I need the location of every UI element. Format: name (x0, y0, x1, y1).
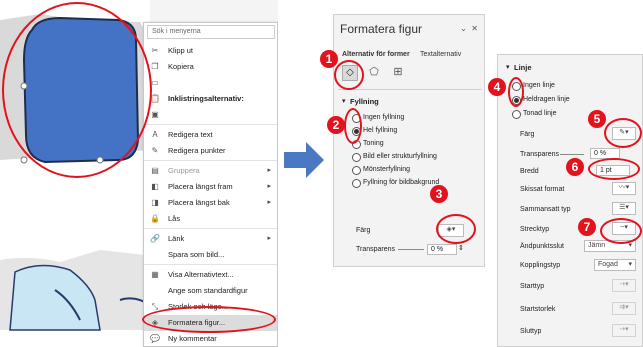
slide-with-context-menu: Sök i menyerna ✂ Klipp ut ❐ Kopiera ▭ 📋 … (0, 0, 278, 347)
radio-pattern-fill[interactable]: Mönsterfyllning (352, 165, 410, 175)
pane-controls[interactable]: ⌄ ✕ (460, 24, 478, 33)
menu-item-send-back[interactable]: ◨ Placera längst bak ▸ (144, 195, 277, 211)
menu-item-lock[interactable]: 🔒 Lås (144, 211, 277, 227)
edit-points-icon: ✎ (151, 146, 159, 155)
fill-color-label: Färg (356, 227, 371, 234)
highlight-oval-line-color (604, 118, 642, 148)
menu-item-alt-text[interactable]: ▦ Visa Alternativtext... (144, 267, 277, 283)
lock-icon: 🔒 (150, 214, 160, 223)
divider (338, 89, 482, 90)
size-properties-icon[interactable]: ⊞ (390, 65, 406, 81)
cap-type-label: Ändpunktsslut (520, 243, 564, 250)
chevron-down-icon: ▾ (628, 261, 632, 268)
callout-badge-1: 1 (320, 50, 338, 68)
highlight-oval-format-shape (142, 306, 276, 333)
callout-badge-5: 5 (588, 110, 606, 128)
line-transparency-label: Transparens (520, 151, 560, 158)
group-icon: ▤ (151, 166, 159, 175)
context-menu: Sök i menyerna ✂ Klipp ut ❐ Kopiera ▭ 📋 … (143, 22, 278, 347)
sketch-style-label: Skissat format (520, 186, 565, 193)
effects-pentagon-icon[interactable]: ⬠ (366, 65, 382, 81)
join-type-dropdown[interactable]: Fogad ▾ (594, 259, 636, 271)
highlight-oval-fill-color (436, 214, 476, 244)
callout-badge-7: 7 (578, 218, 596, 236)
radio-slide-bg-fill[interactable]: Fyllning för bildbakgrund (352, 178, 439, 188)
send-back-icon: ◨ (151, 198, 159, 207)
join-type-label: Kopplingstyp (520, 262, 561, 269)
comment-icon: 💬 (150, 334, 160, 343)
link-icon: 🔗 (150, 234, 160, 243)
end-arrow-type-dropdown[interactable]: ⇢▾ (612, 324, 636, 337)
paste-option-placeholder[interactable]: ▣ (144, 107, 277, 123)
section-line[interactable]: Linje (506, 63, 532, 72)
menu-item-bring-front[interactable]: ◧ Placera längst fram ▸ (144, 179, 277, 195)
transparency-slider[interactable] (398, 249, 424, 250)
chevron-right-icon: ▸ (267, 235, 271, 242)
begin-arrow-size-label: Startstorlek (520, 306, 556, 313)
pane-title: Formatera figur (340, 22, 423, 36)
menu-separator (144, 160, 277, 161)
chevron-right-icon: ▸ (267, 183, 271, 190)
menu-item-edit-points[interactable]: ✎ Redigera punkter (144, 143, 277, 159)
chevron-right-icon: ▸ (267, 199, 271, 206)
compound-type-dropdown[interactable]: ☰▾ (612, 202, 636, 215)
line-color-label: Färg (520, 131, 535, 138)
tab-shape-options[interactable]: Alternativ för former (342, 51, 410, 58)
sketch-style-dropdown[interactable]: 〰▾ (612, 182, 636, 195)
menu-item-save-as-picture[interactable]: Spara som bild... (144, 247, 277, 263)
callout-badge-2: 2 (327, 116, 345, 134)
alt-text-icon: ▦ (151, 270, 159, 279)
spinner-icon[interactable]: ⇕ (458, 244, 464, 252)
dash-type-label: Strecktyp (520, 226, 550, 233)
highlight-oval-line-radio (508, 77, 524, 107)
fill-transparency-input[interactable]: 0 % (427, 244, 457, 255)
edit-text-icon: A (152, 130, 158, 139)
radio-gradient-line[interactable]: Tonad linje (512, 109, 556, 119)
highlight-oval-fill-icon (334, 60, 364, 90)
highlight-oval-line-width (588, 158, 640, 180)
end-arrow-type-label: Sluttyp (520, 328, 542, 335)
right-arrow-icon (284, 142, 324, 178)
scissors-icon: ✂ (151, 46, 159, 55)
line-width-label: Bredd (520, 168, 539, 175)
callout-badge-3: 3 (430, 185, 448, 203)
menu-item-group[interactable]: ▤ Gruppera ▸ (144, 163, 277, 179)
menu-item-paste[interactable]: ▭ (144, 75, 277, 91)
menu-separator (144, 228, 277, 229)
line-transparency-slider[interactable] (560, 154, 584, 155)
menu-item-paste-options: 📋 Inklistringsalternativ: (150, 94, 244, 103)
copy-icon: ❐ (151, 62, 159, 71)
chevron-right-icon: ▸ (267, 167, 271, 174)
menu-search-input[interactable]: Sök i menyerna (147, 25, 275, 39)
menu-item-set-default[interactable]: Ange som standardfigur (144, 283, 277, 299)
menu-separator (144, 124, 277, 125)
begin-arrow-size-dropdown[interactable]: ⇉▾ (612, 302, 636, 315)
menu-separator (144, 264, 277, 265)
section-fill[interactable]: Fyllning (342, 97, 379, 106)
menu-item-cut[interactable]: ✂ Klipp ut (144, 43, 277, 59)
begin-arrow-type-label: Starttyp (520, 283, 545, 290)
radio-picture-fill[interactable]: Bild eller strukturfyllning (352, 152, 437, 162)
highlight-oval-dash-type (600, 218, 642, 244)
callout-badge-6: 6 (566, 158, 584, 176)
menu-item-link[interactable]: 🔗 Länk ▸ (144, 231, 277, 247)
menu-item-copy[interactable]: ❐ Kopiera (144, 59, 277, 75)
menu-item-edit-text[interactable]: A Redigera text (144, 127, 277, 143)
begin-arrow-type-dropdown[interactable]: ⇢▾ (612, 279, 636, 292)
tab-text-options[interactable]: Textalternativ (420, 51, 461, 58)
highlight-oval-fill-radio (344, 108, 362, 144)
highlight-oval-shape (2, 2, 152, 178)
callout-badge-4: 4 (488, 78, 506, 96)
paste-keep-icon: ▣ (151, 110, 159, 119)
fill-transparency-label: Transparens (356, 246, 396, 253)
bring-front-icon: ◧ (151, 182, 159, 191)
compound-type-label: Sammansatt typ (520, 206, 571, 213)
menu-item-new-comment[interactable]: 💬 Ny kommentar (144, 331, 277, 347)
